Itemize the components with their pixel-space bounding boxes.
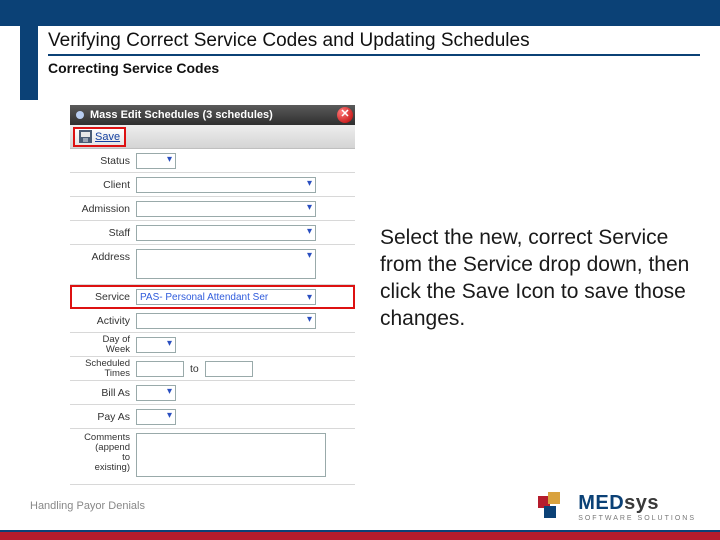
label-comments: Comments (append to existing)	[76, 433, 136, 473]
title-area: Verifying Correct Service Codes and Upda…	[48, 30, 700, 76]
footer-strip	[0, 530, 720, 540]
label-activity: Activity	[76, 315, 136, 327]
row-pay-as: Pay As	[70, 405, 355, 429]
row-bill-as: Bill As	[70, 381, 355, 405]
logo-sub: SOFTWARE SOLUTIONS	[578, 515, 696, 522]
label-scheduled-times: Scheduled Times	[76, 359, 136, 379]
logo-main-a: MED	[578, 492, 624, 514]
row-staff: Staff	[70, 221, 355, 245]
label-client: Client	[76, 179, 136, 191]
row-service: Service PAS- Personal Attendant Ser	[70, 285, 355, 309]
address-dropdown[interactable]	[136, 249, 316, 279]
logo-main-b: sys	[624, 492, 659, 514]
slide-left-bar	[20, 0, 38, 100]
mass-edit-dialog: Mass Edit Schedules (3 schedules) ✕ Save…	[70, 105, 355, 485]
row-day-of-week: Day of Week	[70, 333, 355, 357]
pay-as-dropdown[interactable]	[136, 409, 176, 425]
dialog-title: Mass Edit Schedules (3 schedules)	[90, 109, 273, 121]
footer: Handling Payor Denials MEDsys SOFTWARE S…	[0, 492, 720, 540]
footer-text: Handling Payor Denials	[30, 500, 145, 512]
dialog-header: Mass Edit Schedules (3 schedules) ✕	[70, 105, 355, 125]
medsys-logo-icon	[538, 492, 572, 522]
client-dropdown[interactable]	[136, 177, 316, 193]
label-admission: Admission	[76, 203, 136, 215]
activity-dropdown[interactable]	[136, 313, 316, 329]
label-bill-as: Bill As	[76, 387, 136, 399]
save-disk-icon	[79, 130, 92, 143]
label-day-of-week: Day of Week	[76, 335, 136, 355]
save-button[interactable]: Save	[73, 127, 126, 147]
scheduled-time-to[interactable]	[205, 361, 253, 377]
label-service: Service	[76, 291, 136, 303]
slide-top-bar	[0, 0, 720, 26]
footer-logo: MEDsys SOFTWARE SOLUTIONS	[538, 492, 696, 522]
scheduled-time-from[interactable]	[136, 361, 184, 377]
day-of-week-dropdown[interactable]	[136, 337, 176, 353]
save-button-label: Save	[95, 131, 120, 143]
bill-as-dropdown[interactable]	[136, 385, 176, 401]
page-subtitle: Correcting Service Codes	[48, 60, 700, 76]
row-client: Client	[70, 173, 355, 197]
row-scheduled-times: Scheduled Times to	[70, 357, 355, 381]
close-icon[interactable]: ✕	[337, 107, 353, 123]
status-dropdown[interactable]	[136, 153, 176, 169]
label-pay-as: Pay As	[76, 411, 136, 423]
staff-dropdown[interactable]	[136, 225, 316, 241]
label-to: to	[190, 363, 199, 375]
label-staff: Staff	[76, 227, 136, 239]
comments-textarea[interactable]	[136, 433, 326, 477]
medsys-logo-text: MEDsys SOFTWARE SOLUTIONS	[578, 493, 696, 522]
dialog-toolbar: Save	[70, 125, 355, 149]
dialog-bullet-icon	[76, 111, 84, 119]
service-dropdown[interactable]: PAS- Personal Attendant Ser	[136, 289, 316, 305]
instruction-text: Select the new, correct Service from the…	[380, 225, 690, 333]
row-status: Status	[70, 149, 355, 173]
row-activity: Activity	[70, 309, 355, 333]
page-title: Verifying Correct Service Codes and Upda…	[48, 30, 700, 56]
row-comments: Comments (append to existing)	[70, 429, 355, 485]
row-admission: Admission	[70, 197, 355, 221]
admission-dropdown[interactable]	[136, 201, 316, 217]
label-address: Address	[76, 249, 136, 263]
label-status: Status	[76, 155, 136, 167]
row-address: Address	[70, 245, 355, 285]
